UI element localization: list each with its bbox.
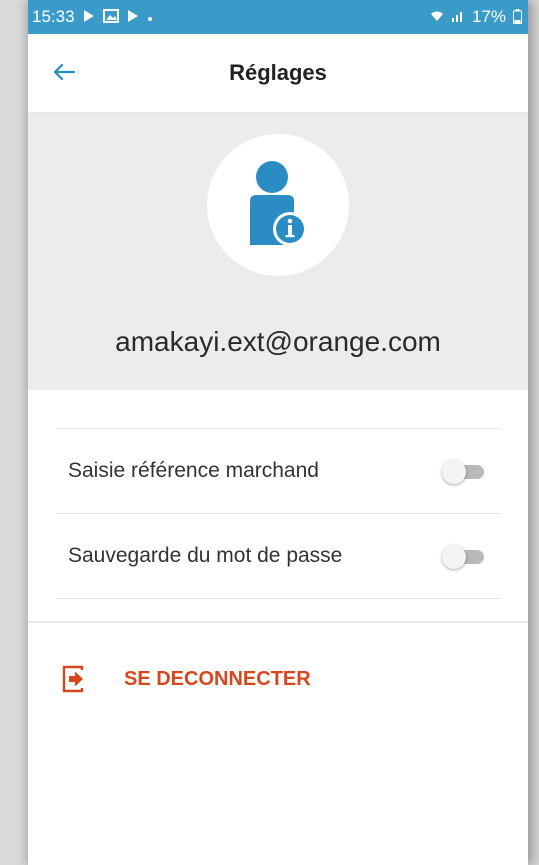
- image-icon: [102, 9, 119, 25]
- settings-screen: 15:33 17% Réglages amakayi.ext@orange.co…: [28, 0, 528, 865]
- setting-row-save-password[interactable]: Sauvegarde du mot de passe: [56, 514, 500, 599]
- logout-icon: [62, 665, 86, 693]
- dot-icon: [147, 10, 153, 24]
- user-info-icon: [245, 157, 311, 254]
- toggle-thumb: [442, 545, 466, 569]
- play-store-icon: [82, 9, 96, 25]
- setting-label: Saisie référence marchand: [68, 459, 319, 482]
- setting-label: Sauvegarde du mot de passe: [68, 544, 343, 567]
- app-bar: Réglages: [28, 34, 528, 114]
- logout-label: SE DECONNECTER: [124, 667, 311, 690]
- save-password-toggle[interactable]: [442, 545, 486, 569]
- status-right: 17%: [430, 7, 522, 27]
- back-button[interactable]: [44, 56, 84, 92]
- user-email: amakayi.ext@orange.com: [115, 326, 441, 357]
- arrow-left-icon: [53, 63, 76, 86]
- page-title: Réglages: [229, 60, 327, 85]
- signal-icon: [451, 10, 465, 24]
- play-icon: [126, 9, 140, 25]
- battery-icon: [513, 8, 522, 26]
- toggle-thumb: [442, 460, 466, 484]
- profile-section: amakayi.ext@orange.com: [28, 114, 528, 390]
- section-divider: [28, 621, 528, 623]
- status-time: 15:33: [32, 7, 75, 26]
- settings-list: Saisie référence marchand Sauvegarde du …: [56, 428, 500, 599]
- logout-button[interactable]: SE DECONNECTER: [28, 651, 528, 707]
- status-bar: 15:33 17%: [28, 0, 528, 34]
- wifi-icon: [430, 10, 444, 24]
- setting-row-merchant-reference[interactable]: Saisie référence marchand: [56, 429, 500, 514]
- status-left: 15:33: [32, 7, 153, 27]
- avatar: [207, 134, 349, 276]
- battery-level: 17%: [471, 7, 506, 26]
- merchant-reference-toggle[interactable]: [442, 460, 486, 484]
